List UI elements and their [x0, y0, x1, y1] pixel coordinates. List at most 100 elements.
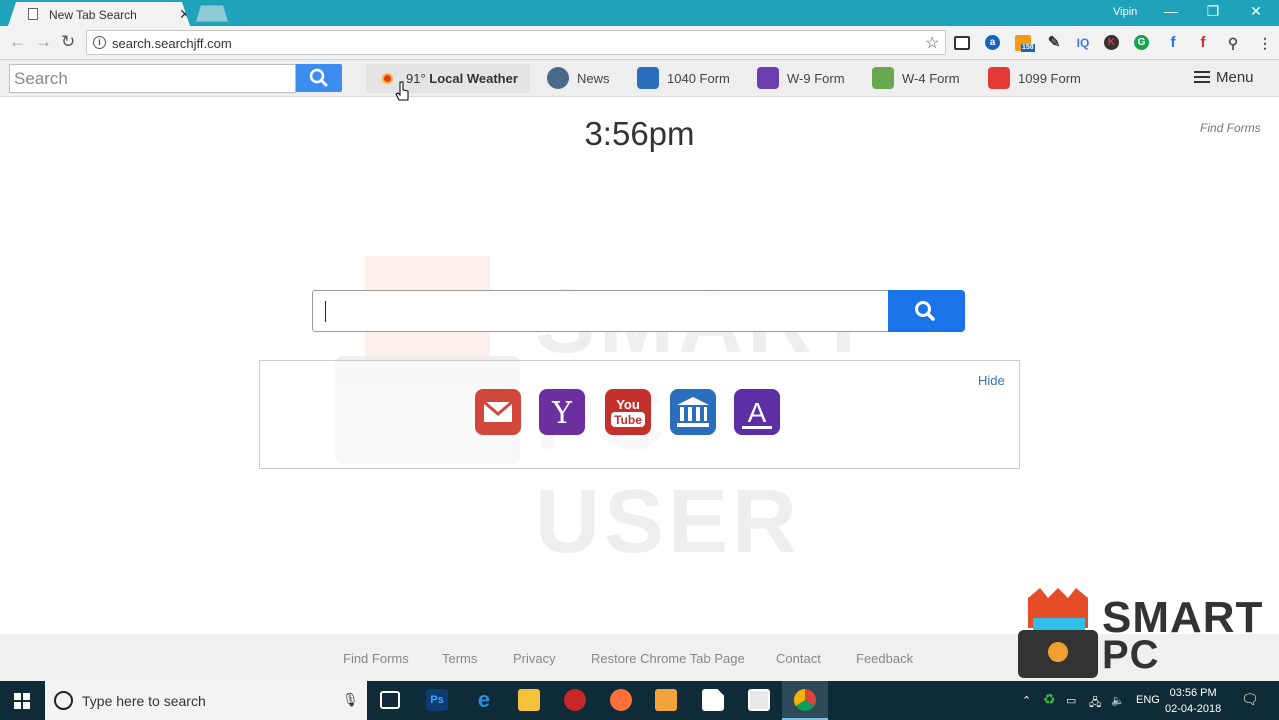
- extension-a-icon[interactable]: a: [985, 35, 1000, 50]
- mail-icon[interactable]: [475, 389, 521, 435]
- find-forms-link[interactable]: Find Forms: [1200, 121, 1261, 135]
- footer-feedback[interactable]: Feedback: [856, 651, 913, 666]
- form-icon[interactable]: A: [734, 389, 780, 435]
- url-text[interactable]: search.searchjff.com: [112, 36, 232, 51]
- news-link[interactable]: News: [577, 71, 610, 86]
- battery-icon[interactable]: ▭: [1066, 694, 1076, 707]
- svg-text:Tube: Tube: [614, 413, 642, 427]
- bank-icon[interactable]: [670, 389, 716, 435]
- envelope-glyph: [483, 400, 513, 422]
- language-indicator[interactable]: ENG: [1136, 694, 1160, 706]
- tab-close-button[interactable]: ✕: [179, 6, 190, 23]
- edge-icon[interactable]: e: [473, 689, 495, 711]
- footer-terms[interactable]: Terms: [442, 651, 477, 666]
- search-icon: [915, 301, 935, 321]
- chrome-taskbar-item[interactable]: [782, 681, 828, 720]
- weather-label: 91° Local Weather: [406, 71, 518, 86]
- restore-button[interactable]: ❐: [1198, 3, 1228, 20]
- clock-display: 3:56pm: [584, 115, 695, 152]
- text-caret: [325, 301, 326, 322]
- microphone-icon[interactable]: 🎙: [342, 692, 359, 708]
- omnibox[interactable]: i search.searchjff.com ☆: [86, 30, 946, 55]
- minimize-button[interactable]: —: [1156, 3, 1186, 19]
- toolbar-search-box[interactable]: [9, 64, 296, 93]
- extension-window-icon[interactable]: [954, 36, 970, 50]
- chrome-menu-icon[interactable]: ⋮: [1256, 34, 1274, 52]
- forward-arrow-icon[interactable]: →: [35, 32, 52, 52]
- task-view-icon[interactable]: [380, 691, 400, 709]
- local-weather-button[interactable]: 91° Local Weather: [366, 64, 530, 93]
- svg-text:You: You: [616, 397, 640, 412]
- hand-cursor-icon: [395, 81, 409, 101]
- svg-text:Y: Y: [551, 396, 573, 431]
- system-clock[interactable]: 03:56 PM 02-04-2018: [1165, 685, 1221, 717]
- close-window-button[interactable]: ✕: [1241, 3, 1271, 20]
- k-extension-icon[interactable]: K: [1104, 35, 1119, 50]
- media-player-icon[interactable]: [655, 689, 677, 711]
- firefox-icon[interactable]: [610, 689, 632, 711]
- search-extension-icon[interactable]: ⚲: [1224, 34, 1242, 52]
- hamburger-icon: [1194, 71, 1210, 83]
- info-icon[interactable]: i: [93, 36, 106, 49]
- file-explorer-icon[interactable]: [518, 689, 540, 711]
- back-arrow-icon[interactable]: ←: [9, 32, 26, 52]
- svg-text:A: A: [748, 397, 767, 428]
- notes-app-icon[interactable]: [702, 689, 724, 711]
- iq-icon[interactable]: IQ: [1074, 34, 1092, 52]
- hide-link[interactable]: Hide: [978, 373, 1005, 388]
- toolbar-search-input[interactable]: [10, 65, 290, 92]
- rss-icon[interactable]: 158: [1015, 35, 1035, 52]
- footer-privacy[interactable]: Privacy: [513, 651, 556, 666]
- recycle-icon[interactable]: ♻: [1043, 691, 1056, 708]
- yahoo-icon[interactable]: Y: [539, 389, 585, 435]
- taskbar-search-box[interactable]: Type here to search 🎙: [45, 681, 367, 720]
- search-icon: [309, 68, 328, 87]
- w4-form-icon[interactable]: [872, 67, 894, 89]
- taskbar-search-text: Type here to search: [82, 693, 206, 709]
- footer-contact[interactable]: Contact: [776, 651, 821, 666]
- w9-form-link[interactable]: W-9 Form: [787, 71, 845, 86]
- browser-titlebar: New Tab Search ✕ Vipin — ❐ ✕: [0, 0, 1279, 26]
- browser-tab[interactable]: New Tab Search ✕: [8, 2, 190, 26]
- main-search-button[interactable]: [888, 290, 965, 332]
- form-1099-icon[interactable]: [988, 67, 1010, 89]
- notification-icon[interactable]: 🗨: [1241, 691, 1259, 708]
- reload-icon[interactable]: ↻: [61, 32, 75, 52]
- extension-badge: 158: [1021, 44, 1035, 52]
- pen-tool-icon[interactable]: ✎: [1045, 34, 1063, 52]
- menu-label: Menu: [1216, 69, 1254, 86]
- form-1099-link[interactable]: 1099 Form: [1018, 71, 1081, 86]
- power-app-icon[interactable]: [564, 689, 586, 711]
- form-1040-link[interactable]: 1040 Form: [667, 71, 730, 86]
- chrome-icon: [794, 689, 816, 711]
- main-search-input[interactable]: [312, 290, 889, 332]
- logo-monitor-icon: [1018, 630, 1098, 678]
- footer-restore-tab[interactable]: Restore Chrome Tab Page: [591, 651, 745, 666]
- tab-title: New Tab Search: [49, 8, 137, 22]
- profile-name[interactable]: Vipin: [1113, 6, 1137, 18]
- volume-icon[interactable]: 🔈: [1111, 694, 1125, 707]
- network-icon[interactable]: 🖧: [1089, 694, 1101, 713]
- page-icon: [28, 8, 38, 20]
- calculator-icon[interactable]: [748, 689, 770, 711]
- photoshop-icon[interactable]: Ps: [426, 689, 448, 711]
- tray-up-arrow-icon[interactable]: ⌃: [1022, 694, 1031, 707]
- system-time: 03:56 PM: [1169, 687, 1217, 699]
- facebook-red-icon[interactable]: f: [1194, 34, 1212, 52]
- footer-find-forms[interactable]: Find Forms: [343, 651, 409, 666]
- windows-taskbar: Type here to search 🎙 Ps e ⌃ ♻ ▭ 🖧 🔈 ENG…: [0, 681, 1279, 720]
- windows-start-icon[interactable]: [14, 693, 30, 709]
- w4-form-link[interactable]: W-4 Form: [902, 71, 960, 86]
- toolbar-search-button[interactable]: [296, 64, 342, 92]
- facebook-icon[interactable]: f: [1164, 34, 1182, 52]
- menu-button[interactable]: Menu: [1194, 69, 1254, 86]
- news-icon[interactable]: [547, 67, 569, 89]
- grammarly-icon[interactable]: G: [1134, 35, 1149, 50]
- new-tab-button[interactable]: [196, 5, 228, 22]
- youtube-icon[interactable]: You Tube: [605, 389, 651, 435]
- bank-form-icon[interactable]: [637, 67, 659, 89]
- bookmark-star-icon[interactable]: ☆: [925, 33, 939, 53]
- youtube-glyph: You Tube: [611, 397, 645, 427]
- address-bar-row: ← → ↻ i search.searchjff.com ☆ a 158 ✎ I…: [0, 26, 1279, 60]
- w9-form-icon[interactable]: [757, 67, 779, 89]
